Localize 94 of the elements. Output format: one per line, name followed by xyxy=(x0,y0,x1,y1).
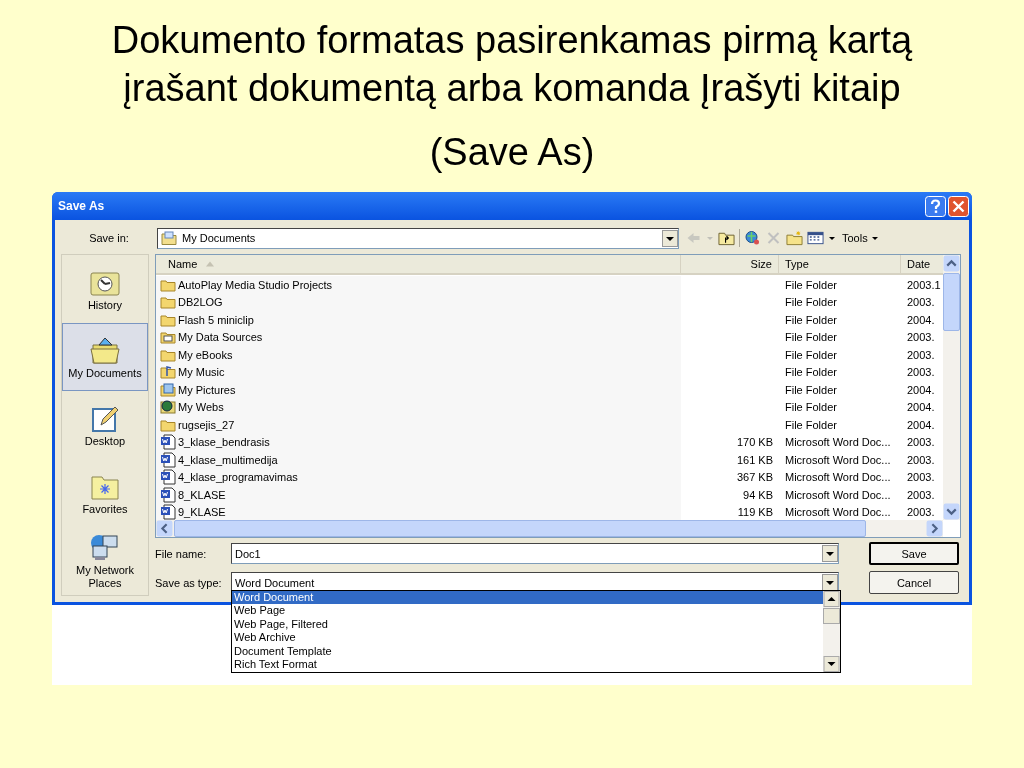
file-date-cell: 2003. xyxy=(907,296,935,309)
file-name-cell[interactable]: 9_KLASE xyxy=(178,506,226,519)
file-date-cell: 2003. xyxy=(907,488,935,501)
file-name-cell[interactable]: 4_klase_programavimas xyxy=(178,471,298,484)
file-type-cell: File Folder xyxy=(785,348,837,361)
file-size-cell: 367 KB xyxy=(736,471,773,484)
file-date-cell: 2003. xyxy=(907,366,935,379)
file-name-cell[interactable]: 4_klase_multimedija xyxy=(178,453,278,466)
pictures-folder-icon xyxy=(160,381,176,398)
scroll-thumb[interactable] xyxy=(823,608,840,624)
places-item[interactable]: Favorites xyxy=(62,459,148,527)
places-item[interactable]: My Network Places xyxy=(62,527,148,595)
cancel-button[interactable]: Cancel xyxy=(869,571,959,594)
file-name-label: File name: xyxy=(155,547,208,560)
web-search-icon[interactable] xyxy=(744,230,761,246)
scroll-right-icon[interactable] xyxy=(926,520,943,537)
file-date-cell: 2003. xyxy=(907,453,935,466)
file-type-cell: File Folder xyxy=(785,296,837,309)
file-date-cell: 2004. xyxy=(907,418,935,431)
file-type-cell: File Folder xyxy=(785,366,837,379)
column-header[interactable]: Name xyxy=(156,255,681,273)
file-size-cell: 170 KB xyxy=(736,436,773,449)
dropdown-option[interactable]: Web Page xyxy=(232,604,823,618)
dropdown-option[interactable]: Rich Text Format xyxy=(232,657,823,672)
places-item[interactable]: My Documents xyxy=(62,323,148,391)
file-type-cell: Microsoft Word Doc... xyxy=(785,506,891,519)
file-type-cell: Microsoft Word Doc... xyxy=(785,471,891,484)
save-as-type-label: Save as type: xyxy=(155,576,223,589)
column-header[interactable]: Type xyxy=(779,255,901,273)
file-date-cell: 2004. xyxy=(907,401,935,414)
dropdown-option[interactable]: Document Template xyxy=(232,644,823,658)
file-type-cell: File Folder xyxy=(785,278,837,291)
column-header[interactable]: Size xyxy=(681,255,779,273)
list-scrollbar[interactable] xyxy=(823,591,840,672)
file-date-cell: 2003. xyxy=(907,348,935,361)
save-button[interactable]: Save xyxy=(869,542,959,565)
file-type-cell: File Folder xyxy=(785,383,837,396)
file-type-cell: Microsoft Word Doc... xyxy=(785,488,891,501)
column-header[interactable]: Date xyxy=(901,255,943,273)
file-type-cell: File Folder xyxy=(785,313,837,326)
file-name-cell[interactable]: DB2LOG xyxy=(178,296,223,309)
file-name-field[interactable]: Doc1 xyxy=(231,543,839,564)
sort-up-icon xyxy=(205,261,216,267)
file-name-cell[interactable]: My Webs xyxy=(178,401,224,414)
music-folder-icon xyxy=(160,364,176,381)
close-icon[interactable] xyxy=(948,195,969,217)
file-name-cell[interactable]: Flash 5 miniclip xyxy=(178,313,254,326)
network-computers-icon xyxy=(89,532,121,562)
file-date-cell: 2003. xyxy=(907,506,935,519)
file-type-cell: File Folder xyxy=(785,331,837,344)
window-title: Save As xyxy=(58,199,106,213)
tools-menu-button[interactable]: Tools xyxy=(840,232,881,244)
file-date-cell: 2004. xyxy=(907,313,935,326)
slide-title: Dokumento formatas pasirenkamas pirmą kartą įrašant dokumentą arba komanda Įrašyti kitaip xyxy=(110,18,914,111)
file-type-cell: Microsoft Word Doc... xyxy=(785,436,891,449)
file-date-cell: 2003. xyxy=(907,331,935,344)
file-name-cell[interactable]: My Pictures xyxy=(178,383,236,396)
file-type-cell: File Folder xyxy=(785,401,837,414)
save-in-dropdown[interactable]: My Documents xyxy=(157,227,679,249)
file-date-cell: 2003. xyxy=(907,436,935,449)
slide-subtitle: (Save As) xyxy=(429,130,595,175)
globe-folder-icon xyxy=(160,399,176,416)
file-date-cell: 2004. xyxy=(907,383,935,396)
views-icon[interactable] xyxy=(807,230,824,246)
dropdown-option[interactable]: Web Archive xyxy=(232,631,823,645)
file-name-cell[interactable]: 8_KLASE xyxy=(178,488,226,501)
save-in-value: My Documents xyxy=(182,232,257,244)
places-item[interactable]: Desktop xyxy=(62,391,148,459)
save-in-label: Save in: xyxy=(88,232,130,244)
scroll-thumb[interactable] xyxy=(943,273,960,331)
file-size-cell: 161 KB xyxy=(736,453,773,466)
file-type-cell: File Folder xyxy=(785,418,837,431)
caret-icon xyxy=(870,234,879,242)
up-folder-icon[interactable] xyxy=(718,230,735,246)
dropdown-option[interactable]: Web Page, Filtered xyxy=(232,617,823,632)
scroll-up-icon[interactable] xyxy=(823,591,840,607)
dropdown-option[interactable]: Word Document xyxy=(232,591,823,605)
file-date-cell: 2003.1 xyxy=(907,278,941,291)
file-name-cell[interactable]: My Data Sources xyxy=(178,331,263,344)
vertical-scrollbar[interactable] xyxy=(943,255,960,520)
file-name-cell[interactable]: rugsejis_27 xyxy=(178,418,235,431)
folder-icon xyxy=(161,231,177,245)
folder-icon xyxy=(160,294,176,311)
scroll-left-icon[interactable] xyxy=(156,520,173,537)
help-icon[interactable] xyxy=(925,195,946,217)
file-name-cell[interactable]: My eBooks xyxy=(178,348,233,361)
file-size-cell: 119 KB xyxy=(737,506,773,519)
file-type-cell: Microsoft Word Doc... xyxy=(785,453,891,466)
file-name-cell[interactable]: 3_klase_bendrasis xyxy=(178,436,270,449)
file-size-cell: 94 KB xyxy=(743,488,773,501)
file-name-cell[interactable]: My Music xyxy=(178,366,225,379)
scroll-down-icon[interactable] xyxy=(823,656,840,672)
file-date-cell: 2003. xyxy=(907,471,935,484)
places-item[interactable]: History xyxy=(62,255,148,323)
